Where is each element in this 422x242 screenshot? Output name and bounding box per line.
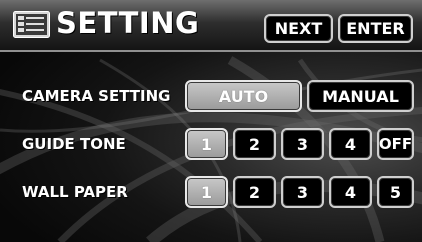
- page-title: SETTING: [56, 6, 200, 40]
- guide-tone-option-2[interactable]: 2: [233, 128, 276, 160]
- guide-tone-option-off[interactable]: OFF: [377, 128, 414, 160]
- camera-setting-label: CAMERA SETTING: [22, 87, 171, 105]
- wall-paper-option-1[interactable]: 1: [185, 176, 228, 208]
- guide-tone-option-1[interactable]: 1: [185, 128, 228, 160]
- guide-tone-option-4[interactable]: 4: [329, 128, 372, 160]
- guide-tone-label: GUIDE TONE: [22, 135, 126, 153]
- header-bar: SETTING NEXT ENTER: [0, 0, 422, 52]
- wall-paper-option-3[interactable]: 3: [281, 176, 324, 208]
- menu-list-icon: [13, 11, 50, 38]
- enter-button[interactable]: ENTER: [338, 14, 413, 43]
- camera-auto-button[interactable]: AUTO: [185, 80, 302, 112]
- setting-screen: SETTING NEXT ENTER CAMERA SETTING AUTO M…: [0, 0, 422, 242]
- camera-manual-button[interactable]: MANUAL: [307, 80, 414, 112]
- next-button[interactable]: NEXT: [264, 14, 333, 43]
- wall-paper-label: WALL PAPER: [22, 183, 128, 201]
- wall-paper-option-4[interactable]: 4: [329, 176, 372, 208]
- guide-tone-option-3[interactable]: 3: [281, 128, 324, 160]
- wall-paper-option-2[interactable]: 2: [233, 176, 276, 208]
- wall-paper-option-5[interactable]: 5: [377, 176, 414, 208]
